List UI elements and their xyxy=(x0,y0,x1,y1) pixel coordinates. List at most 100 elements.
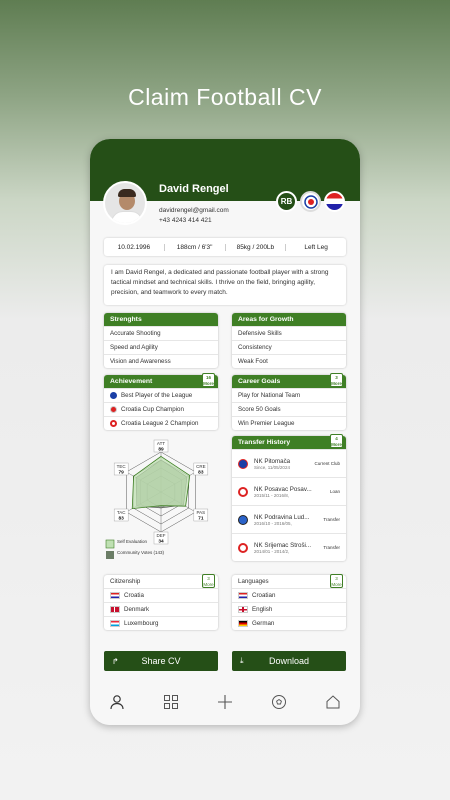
legend-community-swatch xyxy=(106,551,114,559)
avatar[interactable] xyxy=(103,181,147,225)
citizenship-card: Citizenship 3 More Croatia Denmark Luxemb… xyxy=(104,574,218,630)
football-tab[interactable] xyxy=(269,692,289,712)
luxembourg-flag-icon xyxy=(110,620,120,627)
user-icon xyxy=(110,695,124,710)
club-logo-badge[interactable]: RB xyxy=(276,191,297,212)
transfer-row[interactable]: NK Podravina Lud... 2016/10 - 2016/05, Tr… xyxy=(232,505,346,533)
bio-text: I am David Rengel, a dedicated and passi… xyxy=(104,265,346,305)
radar-axis-value: 79 xyxy=(118,470,124,476)
citizenship-more-button[interactable]: 3 More xyxy=(202,574,215,588)
radar-axis-name: TAC xyxy=(117,510,126,515)
legend-community-label: Community Votes (143) xyxy=(117,550,165,555)
self-evaluation-area xyxy=(131,455,191,510)
screen-title: Claim Football CV xyxy=(128,84,322,110)
list-item: Croatian xyxy=(232,588,346,602)
croatia-flag-icon[interactable] xyxy=(324,191,345,212)
croatia-flag-icon xyxy=(110,592,120,599)
list-item: Vision and Awareness xyxy=(104,354,218,368)
height: 188cm / 6'3" xyxy=(165,243,226,251)
share-cv-button[interactable]: ↱ Share CV xyxy=(104,651,218,671)
denmark-flag-icon xyxy=(110,606,120,613)
list-item: Play for National Team xyxy=(232,388,346,402)
goals-card: Career Goals 3 More Play for National Tea… xyxy=(232,373,346,430)
germany-flag-icon xyxy=(238,620,248,627)
transfer-row[interactable]: NK Srijemac Stroši... 2014/01 - 2014/2, T… xyxy=(232,533,346,561)
strengths-title: Strenghts xyxy=(104,313,218,326)
radar-axis-name: TEC xyxy=(117,464,127,469)
radar-axis-name: PAS xyxy=(197,510,206,515)
radar-label-pas: PAS71 xyxy=(193,508,209,522)
radar-label-att: ATT89 xyxy=(153,439,169,453)
radar-label-def: DEF34 xyxy=(153,531,169,545)
home-icon xyxy=(326,695,340,709)
football-icon xyxy=(272,695,286,709)
legend-self-label: Self Evaluation xyxy=(117,539,148,544)
download-button[interactable]: ⤓ Download xyxy=(232,651,346,671)
download-icon: ⤓ xyxy=(240,656,244,665)
club-badges: RB xyxy=(276,191,345,212)
player-name: David Rengel xyxy=(159,183,229,195)
list-item: Denmark xyxy=(104,602,218,616)
email-text[interactable]: davidrengel@gmail.com xyxy=(159,207,229,214)
list-item: Consistency xyxy=(232,340,346,354)
stats-bar: 10.02.1996 188cm / 6'3" 85kg / 200Lb Lef… xyxy=(104,238,346,256)
club-crest-icon xyxy=(238,542,248,553)
plus-icon xyxy=(218,695,232,709)
transfer-row[interactable]: NK Pitomača Since, 11/05/2024 Current Clu… xyxy=(232,449,346,477)
croatia-flag-icon xyxy=(238,592,248,599)
achievement-more-button[interactable]: 16 More xyxy=(202,373,215,387)
radar-axis-value: 71 xyxy=(198,516,204,522)
weight: 85kg / 200Lb xyxy=(226,243,287,251)
citizenship-title: Citizenship xyxy=(110,578,141,585)
share-icon: ↱ xyxy=(112,656,119,666)
transfer-more-button[interactable]: 4 More xyxy=(330,434,343,448)
list-item: Best Player of the League xyxy=(104,388,218,402)
radar-axis-name: ATT xyxy=(157,441,165,446)
club-crest-icon[interactable] xyxy=(300,191,321,212)
achievement-title: Achievement xyxy=(110,378,153,385)
radar-axis-value: 89 xyxy=(158,447,164,453)
trophy-icon xyxy=(110,406,117,413)
phone-text[interactable]: +43 4243 414 421 xyxy=(159,217,212,224)
achievement-card: Achievement 16 More Best Player of the Le… xyxy=(104,373,218,430)
list-item: Speed and Agility xyxy=(104,340,218,354)
radar-axis-name: CRE xyxy=(196,464,206,469)
list-item: Croatia xyxy=(104,588,218,602)
goals-more-button[interactable]: 3 More xyxy=(330,373,343,387)
list-item: Croatia Cup Champion xyxy=(104,402,218,416)
legend-self-swatch xyxy=(105,539,115,549)
grid-tab[interactable] xyxy=(161,692,181,712)
list-item: Score 50 Goals xyxy=(232,402,346,416)
list-item: Weak Foot xyxy=(232,354,346,368)
trophy-icon xyxy=(110,392,117,399)
list-item: Luxembourg xyxy=(104,616,218,630)
list-item: German xyxy=(232,616,346,630)
radar-label-cre: CRE83 xyxy=(193,462,209,476)
club-crest-icon xyxy=(238,458,248,469)
transfer-history-card: Transfer History 4 More NK Pitomača Since,… xyxy=(232,434,346,561)
list-item: Accurate Shooting xyxy=(104,326,218,340)
england-flag-icon xyxy=(238,606,248,613)
goals-title: Career Goals xyxy=(238,378,281,385)
languages-card: Languages 3 More Croatian English German xyxy=(232,574,346,630)
growth-card: Areas for Growth Defensive Skills Consis… xyxy=(232,313,346,368)
home-tab[interactable] xyxy=(323,692,343,712)
list-item: Croatia League 2 Champion xyxy=(104,416,218,430)
radar-chart: ATT89CRE83PAS71DEF34TAC83TEC79 Self Eval… xyxy=(105,439,209,559)
club-crest-icon xyxy=(238,514,248,525)
radar-label-tac: TAC83 xyxy=(113,508,129,522)
radar-label-tec: TEC79 xyxy=(113,462,129,476)
phone-frame: David Rengel RB davidrengel@gmail.com +4… xyxy=(90,139,360,725)
languages-title: Languages xyxy=(238,578,269,585)
radar-axis-value: 83 xyxy=(198,470,204,476)
languages-more-button[interactable]: 3 More xyxy=(330,574,343,588)
bottom-nav xyxy=(90,687,360,717)
birth-date: 10.02.1996 xyxy=(104,243,165,251)
profile-tab[interactable] xyxy=(107,692,127,712)
radar-axis-name: DEF xyxy=(157,533,166,538)
transfer-row[interactable]: NK Posavac Posav... 2015/11 - 2016/8, Loa… xyxy=(232,477,346,505)
radar-axis-value: 34 xyxy=(158,539,164,545)
list-item: Win Premier League xyxy=(232,416,346,430)
club-crest-icon xyxy=(238,486,248,497)
add-tab[interactable] xyxy=(215,692,235,712)
